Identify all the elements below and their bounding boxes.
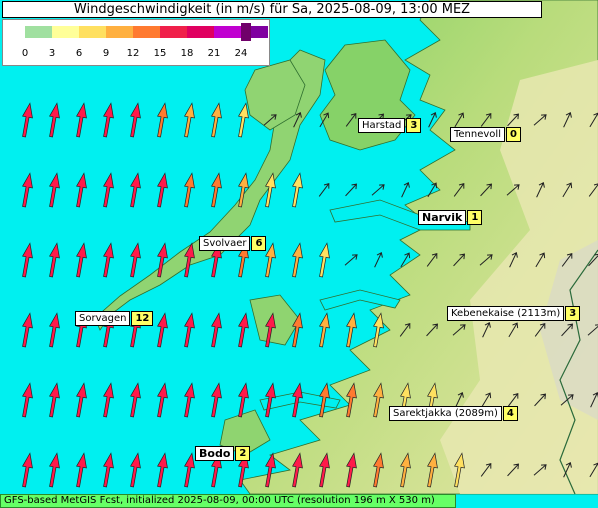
legend-tick-label: 15 xyxy=(154,48,167,59)
legend-swatch xyxy=(214,26,241,38)
legend-color-scale: 0 3 6 9 12 15 18 21 24 xyxy=(22,23,268,59)
station-harstad: Harstad 3 xyxy=(358,118,422,133)
station-label: Kebenekaise (2113m) xyxy=(447,306,565,321)
legend-swatch xyxy=(187,26,214,38)
station-kebenekaise: Kebenekaise (2113m) 3 xyxy=(447,306,581,321)
legend-swatch xyxy=(160,26,187,38)
map-title: Windgeschwindigkeit (in m/s) für Sa, 202… xyxy=(2,1,542,18)
legend-tick-label: 24 xyxy=(235,48,248,59)
legend-tick-label: 21 xyxy=(208,48,221,59)
footer-credit: GFS-based MetGIS Fcst, initialized 2025-… xyxy=(0,494,456,508)
legend-tick-label: 0 xyxy=(22,48,28,59)
wind-map xyxy=(0,0,598,508)
station-sorvagen: Sorvagen 12 xyxy=(75,311,154,326)
legend-tick-label: 18 xyxy=(181,48,194,59)
station-label: Narvik xyxy=(418,210,467,225)
station-narvik: Narvik 1 xyxy=(418,210,483,225)
station-bodo: Bodo 2 xyxy=(195,446,251,461)
station-value: 1 xyxy=(467,210,483,225)
legend-swatch xyxy=(52,26,79,38)
station-label: Bodo xyxy=(195,446,235,461)
legend-tick-label: 9 xyxy=(103,48,109,59)
station-label: Svolvaer xyxy=(199,236,251,251)
legend-max-swatch xyxy=(241,23,251,41)
legend: 0 3 6 9 12 15 18 21 24 xyxy=(2,19,270,66)
station-value: 3 xyxy=(565,306,581,321)
legend-tick-label: 12 xyxy=(127,48,140,59)
legend-tick-label: 3 xyxy=(49,48,55,59)
station-label: Sarektjakka (2089m) xyxy=(389,406,502,421)
station-label: Sorvagen xyxy=(75,311,131,326)
legend-swatch xyxy=(25,26,52,38)
legend-swatch xyxy=(133,26,160,38)
station-value: 3 xyxy=(406,118,422,133)
legend-swatch xyxy=(79,26,106,38)
station-tennevoll: Tennevoll 0 xyxy=(450,127,521,142)
station-value: 6 xyxy=(251,236,267,251)
station-svolvaer: Svolvaer 6 xyxy=(199,236,267,251)
station-value: 4 xyxy=(502,406,518,421)
station-label: Tennevoll xyxy=(450,127,505,142)
station-value: 0 xyxy=(505,127,521,142)
station-label: Harstad xyxy=(358,118,406,133)
legend-swatch xyxy=(106,26,133,38)
station-value: 12 xyxy=(131,311,154,326)
station-value: 2 xyxy=(235,446,251,461)
station-sarektjakka: Sarektjakka (2089m) 4 xyxy=(389,406,518,421)
legend-tick-label: 6 xyxy=(76,48,82,59)
